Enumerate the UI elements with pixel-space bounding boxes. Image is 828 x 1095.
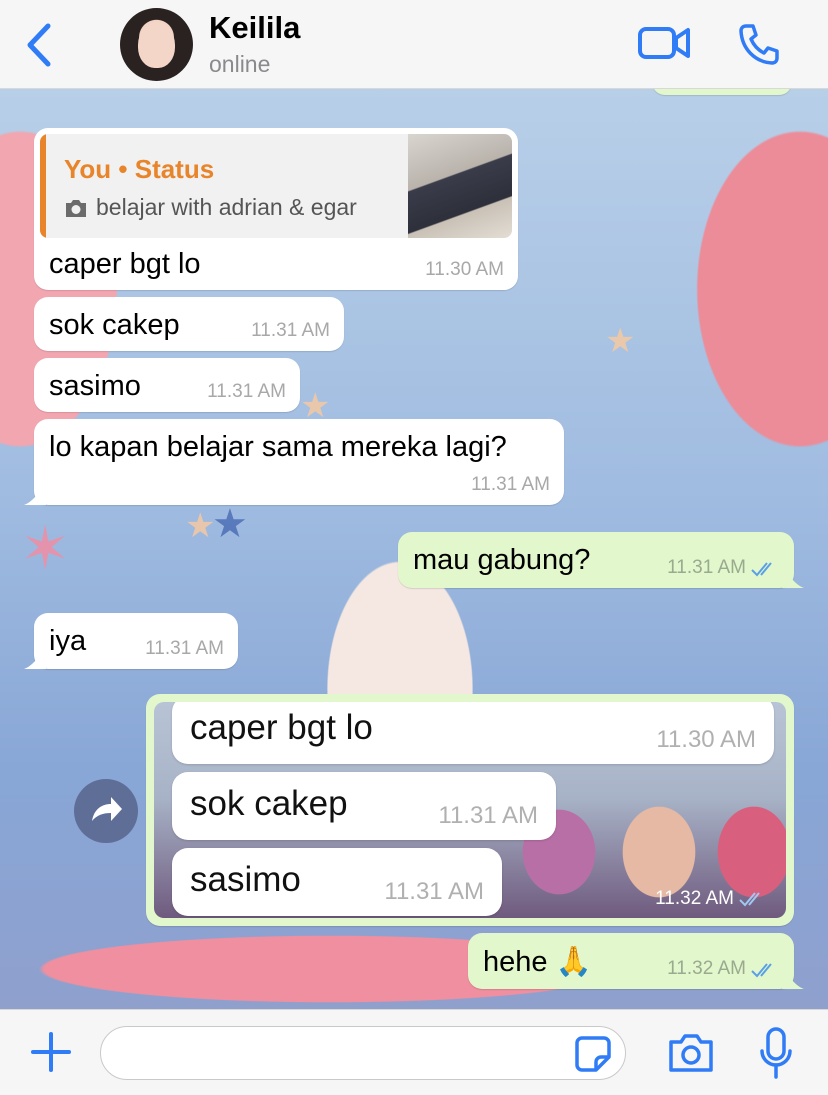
message-time: 11.31 AM [667, 557, 746, 578]
bubble-tail [782, 566, 804, 588]
bubble-tail [782, 967, 804, 989]
status-thumbnail [408, 134, 512, 238]
wallpaper-star-icon: ★ [300, 387, 331, 425]
image-quoted-bubble: caper bgt lo 11.30 AM [172, 702, 774, 764]
image-bubble-time: 11.31 AM [384, 878, 484, 905]
message-bubble-incoming[interactable]: lo kapan belajar sama mereka lagi? 11.31… [24, 419, 564, 505]
image-quoted-bubble: sok cakep 11.31 AM [172, 772, 556, 840]
message-time: 11.31 AM [145, 638, 224, 659]
message-text: caper bgt lo [49, 248, 201, 280]
contact-avatar[interactable] [120, 8, 193, 81]
message-time: 11.32 AM [655, 888, 734, 909]
image-bubble-text: sok cakep [190, 784, 348, 823]
message-bubble-incoming[interactable]: You • Status belajar with adrian & egar … [34, 128, 518, 290]
message-bubble-incoming[interactable]: iya 11.31 AM [24, 613, 238, 669]
phone-call-icon[interactable] [737, 22, 781, 66]
image-bubble-time: 11.31 AM [438, 802, 538, 829]
contact-name[interactable]: Keilila [209, 10, 300, 46]
message-bubble-incoming[interactable]: sasimo 11.31 AM [34, 358, 300, 412]
image-bubble-text: caper bgt lo [190, 708, 373, 747]
message-text: iya [49, 625, 87, 657]
message-text: hehe 🙏 [483, 946, 592, 978]
screenshot-image[interactable]: caper bgt lo 11.30 AM sok cakep 11.31 AM… [154, 702, 786, 918]
message-time: 11.31 AM [207, 381, 286, 402]
message-input[interactable] [100, 1026, 626, 1080]
read-receipt-icon [751, 963, 772, 978]
camera-icon[interactable] [667, 1032, 715, 1074]
message-text: lo kapan belajar sama mereka lagi? [49, 431, 507, 463]
bubble-tail [24, 647, 46, 669]
message-time: 11.31 AM [251, 320, 330, 341]
message-bubble-partial [652, 89, 792, 95]
image-bubble-text: sasimo [190, 860, 301, 899]
quote-accent-bar [40, 134, 46, 238]
message-time: 11.31 AM [471, 474, 550, 495]
microphone-icon[interactable] [758, 1027, 794, 1081]
message-time: 11.30 AM [425, 259, 504, 280]
chat-message-list[interactable]: ✶ ★ ★ ★ ★ You • Status belajar with adri… [0, 89, 828, 1009]
read-receipt-icon [751, 562, 772, 577]
reply-quote[interactable]: You • Status belajar with adrian & egar [40, 134, 512, 238]
back-chevron-icon[interactable] [22, 22, 56, 68]
message-text: sok cakep [49, 309, 180, 341]
video-call-icon[interactable] [637, 24, 691, 62]
image-quoted-bubble: sasimo 11.31 AM [172, 848, 502, 916]
wallpaper-star-icon: ★ [212, 502, 248, 546]
message-text: sasimo [49, 370, 141, 402]
wallpaper-star-icon: ★ [605, 322, 636, 360]
image-message[interactable]: caper bgt lo 11.30 AM sok cakep 11.31 AM… [146, 694, 794, 926]
wallpaper-star-icon: ✶ [20, 515, 71, 582]
message-text: mau gabung? [413, 544, 591, 576]
bubble-tail [24, 483, 46, 505]
read-receipt-icon [739, 892, 760, 907]
message-composer [0, 1009, 828, 1095]
camera-icon [66, 200, 86, 217]
sticker-icon[interactable] [574, 1035, 612, 1073]
message-bubble-incoming[interactable]: sok cakep 11.31 AM [34, 297, 344, 351]
reply-quote-title: You • Status [64, 154, 215, 184]
forward-button[interactable] [74, 779, 138, 843]
contact-status: online [209, 51, 271, 77]
message-bubble-outgoing[interactable]: mau gabung? 11.31 AM [398, 532, 804, 588]
message-time: 11.32 AM [667, 958, 746, 979]
forward-arrow-icon [92, 797, 122, 821]
wallpaper-star-icon: ★ [185, 507, 216, 545]
message-bubble-outgoing[interactable]: hehe 🙏 11.32 AM [468, 933, 804, 989]
chat-header: Keilila online [0, 0, 828, 89]
plus-icon[interactable] [30, 1031, 72, 1073]
image-bubble-time: 11.30 AM [656, 726, 756, 753]
reply-quote-text: belajar with adrian & egar [96, 194, 357, 220]
